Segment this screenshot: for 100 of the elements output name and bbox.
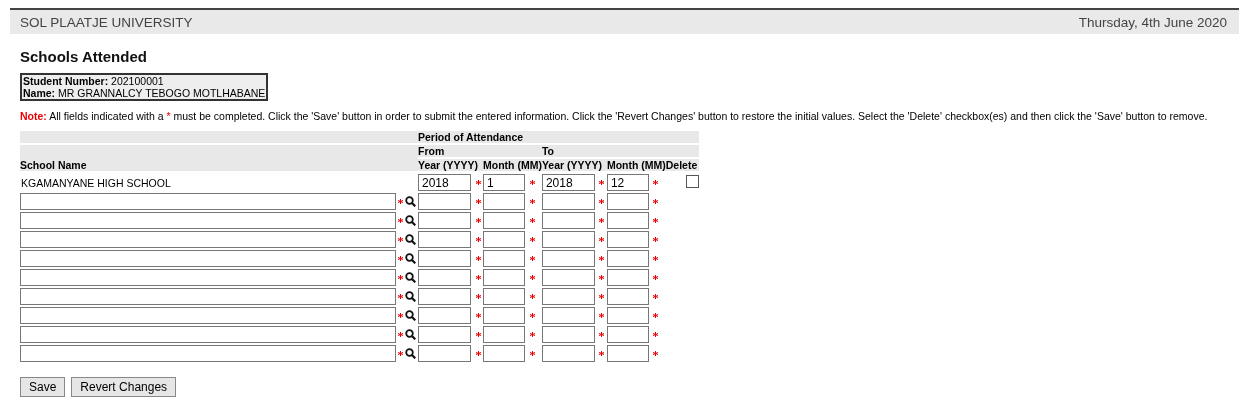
required-icon xyxy=(529,237,535,242)
input-field[interactable] xyxy=(606,326,649,343)
input-field[interactable] xyxy=(20,326,396,343)
required-icon xyxy=(529,294,535,299)
input-field[interactable] xyxy=(606,288,649,305)
input-field[interactable] xyxy=(541,269,595,286)
input-field[interactable] xyxy=(418,307,471,324)
input-field[interactable]: 2018 xyxy=(541,174,595,191)
input-field[interactable] xyxy=(483,307,525,324)
search-icon[interactable] xyxy=(405,234,416,245)
required-icon xyxy=(475,218,481,223)
required-icon xyxy=(529,275,535,280)
input-field[interactable] xyxy=(20,250,396,267)
search-icon[interactable] xyxy=(405,272,416,283)
required-icon xyxy=(398,237,403,242)
input-field[interactable] xyxy=(483,193,525,210)
required-icon xyxy=(599,256,605,261)
university-name: SOL PLAATJE UNIVERSITY xyxy=(20,14,193,30)
search-icon[interactable] xyxy=(405,329,416,340)
required-icon xyxy=(475,256,481,261)
save-button[interactable]: Save xyxy=(20,377,66,397)
input-field[interactable] xyxy=(418,288,471,305)
input-field[interactable] xyxy=(483,269,525,286)
input-field[interactable] xyxy=(483,345,525,362)
input-field[interactable] xyxy=(418,326,471,343)
table-cell: KGAMANYANE HIGH SCHOOL xyxy=(20,176,171,189)
to-heading: To xyxy=(541,145,554,157)
input-field[interactable] xyxy=(418,269,471,286)
input-field[interactable] xyxy=(541,326,595,343)
input-field[interactable] xyxy=(606,212,649,229)
input-field[interactable] xyxy=(483,231,525,248)
input-field[interactable]: 1 xyxy=(483,174,525,191)
required-icon xyxy=(398,218,403,223)
input-field[interactable] xyxy=(606,193,649,210)
required-icon xyxy=(529,256,535,261)
required-icon xyxy=(398,199,403,204)
input-field[interactable] xyxy=(20,231,396,248)
search-icon[interactable] xyxy=(405,310,416,321)
required-icon xyxy=(653,332,659,337)
required-icon xyxy=(475,275,481,280)
input-field[interactable] xyxy=(20,307,396,324)
required-icon xyxy=(529,332,535,337)
page-title: Schools Attended xyxy=(20,48,148,65)
required-icon xyxy=(599,294,605,299)
input-field[interactable] xyxy=(483,326,525,343)
input-field[interactable] xyxy=(606,250,649,267)
input-field[interactable] xyxy=(606,345,649,362)
input-field[interactable] xyxy=(541,212,595,229)
input-field[interactable] xyxy=(418,250,471,267)
search-icon[interactable] xyxy=(405,348,416,359)
delete-checkbox[interactable] xyxy=(685,175,699,188)
required-icon xyxy=(653,313,659,318)
input-field[interactable] xyxy=(20,288,396,305)
input-field[interactable] xyxy=(606,231,649,248)
required-icon xyxy=(529,351,535,356)
required-icon xyxy=(599,237,605,242)
input-field[interactable] xyxy=(418,212,471,229)
input-field[interactable] xyxy=(418,193,471,210)
input-field[interactable] xyxy=(418,231,471,248)
required-icon xyxy=(398,332,403,337)
required-icon xyxy=(398,275,403,280)
search-icon[interactable] xyxy=(405,291,416,302)
input-field[interactable] xyxy=(20,193,396,210)
column-header: Delete xyxy=(665,159,698,171)
input-field[interactable] xyxy=(541,307,595,324)
input-field[interactable] xyxy=(20,345,396,362)
required-icon xyxy=(599,180,605,185)
column-header: Year (YYYY) xyxy=(418,159,479,171)
input-field[interactable] xyxy=(541,250,595,267)
input-field[interactable] xyxy=(541,345,595,362)
input-field[interactable] xyxy=(483,212,525,229)
required-icon xyxy=(653,237,659,242)
input-field[interactable] xyxy=(541,231,595,248)
required-icon xyxy=(599,275,605,280)
required-icon xyxy=(599,313,605,318)
input-field[interactable]: 12 xyxy=(606,174,649,191)
input-field[interactable] xyxy=(20,212,396,229)
input-field[interactable] xyxy=(418,345,471,362)
input-field[interactable] xyxy=(483,250,525,267)
input-field[interactable] xyxy=(541,193,595,210)
required-icon xyxy=(529,199,535,204)
input-field[interactable] xyxy=(483,288,525,305)
required-icon xyxy=(475,180,481,185)
required-icon xyxy=(653,218,659,223)
required-icon xyxy=(529,180,535,185)
search-icon[interactable] xyxy=(405,215,416,226)
input-field[interactable] xyxy=(606,307,649,324)
input-field[interactable] xyxy=(541,288,595,305)
revert-button[interactable]: Revert Changes xyxy=(71,377,177,397)
search-icon[interactable] xyxy=(405,253,416,264)
search-icon[interactable] xyxy=(405,196,416,207)
input-field[interactable]: 2018 xyxy=(418,174,471,191)
note-text: Note: All fields indicated with a * must be completed. Click the 'Save' button in order to submit the entered information. Click the 'Revert Changes' button to restore the initial values. Select the 'Delete' checkbox(es) and then click the 'Save' button to remove. xyxy=(20,110,1209,122)
column-header: School Name xyxy=(20,159,87,171)
input-field[interactable] xyxy=(20,269,396,286)
input-field[interactable] xyxy=(606,269,649,286)
required-icon xyxy=(398,256,403,261)
column-header: Month (MM) xyxy=(606,159,666,171)
required-icon xyxy=(529,313,535,318)
required-icon xyxy=(398,351,403,356)
